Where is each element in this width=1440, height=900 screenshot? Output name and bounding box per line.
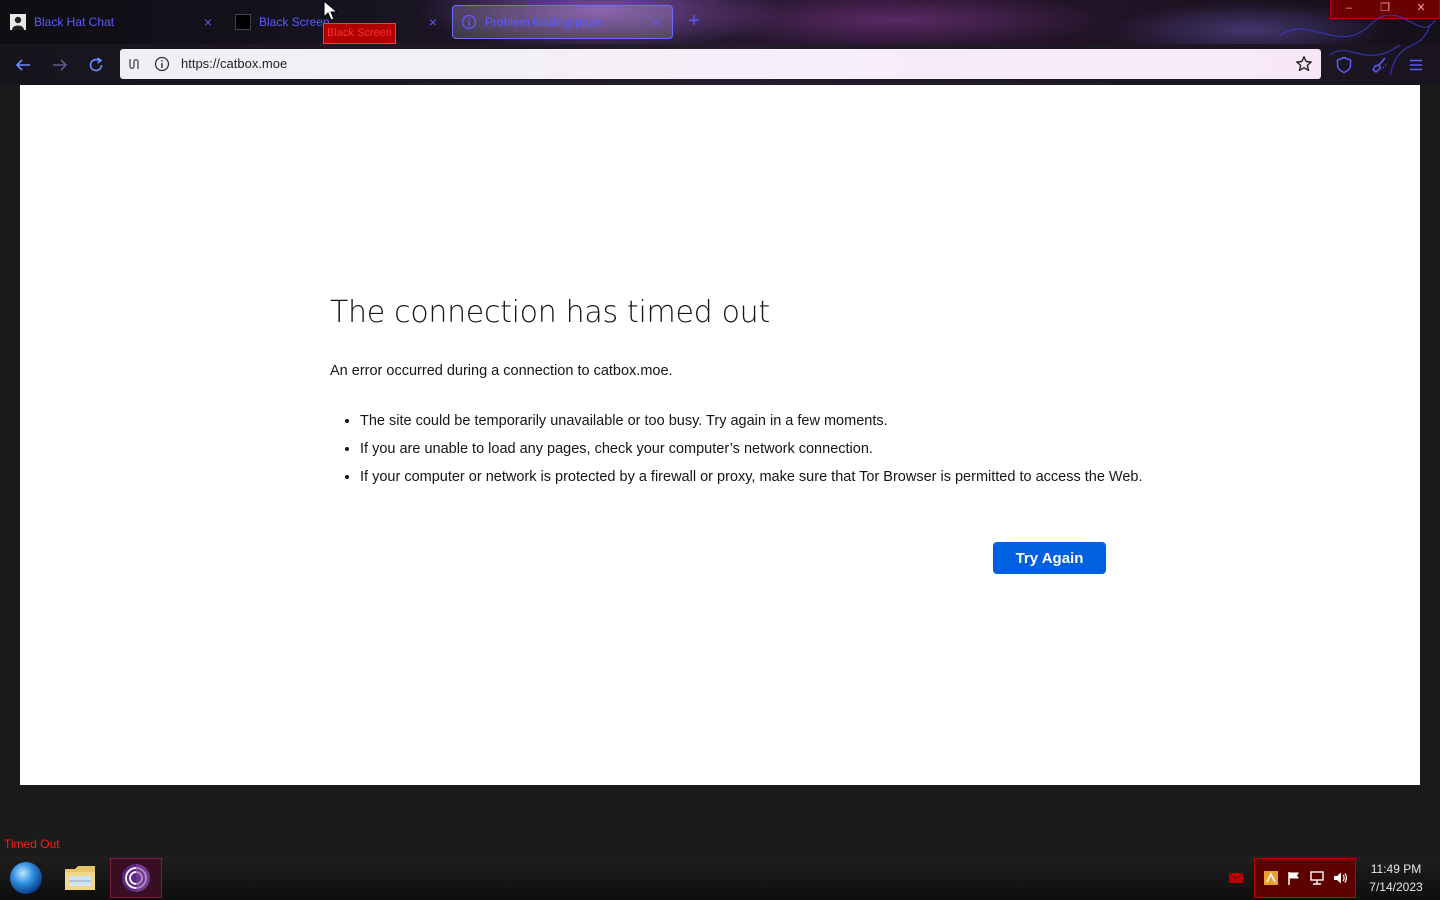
close-tab-icon[interactable]: × <box>200 14 216 30</box>
clock-date: 7/14/2023 <box>1369 880 1423 894</box>
person-icon <box>10 14 26 30</box>
error-description: An error occurred during a connection to… <box>330 363 673 379</box>
error-suggestions-list: The site could be temporarily unavailabl… <box>330 411 1150 495</box>
url-text: https://catbox.moe <box>181 56 288 71</box>
close-tab-icon[interactable]: × <box>425 14 441 30</box>
close-window-button[interactable]: ✕ <box>1403 0 1439 18</box>
url-bar[interactable]: https://catbox.moe <box>120 49 1321 79</box>
tab-black-hat-chat[interactable]: Black Hat Chat × <box>2 5 224 39</box>
back-arrow-icon <box>15 59 30 71</box>
tab-title: Black Hat Chat <box>34 15 115 29</box>
browser-globe-icon <box>10 862 42 894</box>
broom-icon <box>1372 57 1387 73</box>
taskbar-clock[interactable]: 11:49 PM 7/14/2023 <box>1360 860 1432 896</box>
tor-browser-icon <box>122 864 150 892</box>
taskbar-file-explorer[interactable] <box>54 858 106 898</box>
tab-tooltip: Black Screen <box>323 23 396 44</box>
try-again-button[interactable]: Try Again <box>993 542 1106 574</box>
list-item: If your computer or network is protected… <box>360 467 1150 487</box>
security-level-button[interactable] <box>1333 54 1355 76</box>
list-item: If you are unable to load any pages, che… <box>360 439 1150 459</box>
file-explorer-icon <box>65 866 95 890</box>
navigation-toolbar: https://catbox.moe <box>0 44 1440 85</box>
list-item: The site could be temporarily unavailabl… <box>360 411 1150 431</box>
forward-button[interactable] <box>49 54 71 76</box>
black-square-icon <box>235 14 251 30</box>
minimize-button[interactable]: – <box>1331 0 1367 18</box>
error-title: The connection has timed out <box>330 295 770 330</box>
shield-icon <box>1336 56 1352 74</box>
tor-circuit-icon[interactable] <box>126 55 144 73</box>
taskbar: 11:49 PM 7/14/2023 <box>0 856 1440 900</box>
network-icon[interactable] <box>1309 870 1325 886</box>
bookmark-star-icon[interactable] <box>1295 55 1313 73</box>
action-center-flag-icon[interactable] <box>1286 870 1302 886</box>
window-controls: – ❐ ✕ <box>1330 0 1440 19</box>
maximize-button[interactable]: ❐ <box>1367 0 1403 18</box>
tab-title: Problem loading page <box>485 15 602 29</box>
tab-strip: Black Hat Chat × Black Screen × Problem … <box>0 0 1440 44</box>
close-tab-icon[interactable]: × <box>648 14 664 30</box>
reload-icon <box>89 57 103 72</box>
back-button[interactable] <box>12 54 34 76</box>
taskbar-tor-browser[interactable] <box>110 858 162 898</box>
forward-arrow-icon <box>53 59 68 71</box>
page-content: The connection has timed out An error oc… <box>20 85 1420 785</box>
notification-icon[interactable] <box>1228 871 1244 885</box>
hamburger-menu-icon <box>1410 59 1422 71</box>
clock-time: 11:49 PM <box>1370 862 1422 876</box>
volume-icon[interactable] <box>1332 870 1348 886</box>
site-info-icon[interactable] <box>153 55 171 73</box>
app-menu-button[interactable] <box>1405 54 1427 76</box>
new-tab-button[interactable]: + <box>684 11 704 32</box>
tab-problem-loading-page[interactable]: Problem loading page × <box>452 5 673 39</box>
info-icon <box>461 14 477 30</box>
start-button[interactable] <box>0 858 52 898</box>
system-tray <box>1254 858 1356 898</box>
tray-app-icon[interactable] <box>1263 870 1279 886</box>
reload-button[interactable] <box>85 54 107 76</box>
new-identity-button[interactable] <box>1369 54 1391 76</box>
status-text: Timed Out <box>0 836 64 852</box>
